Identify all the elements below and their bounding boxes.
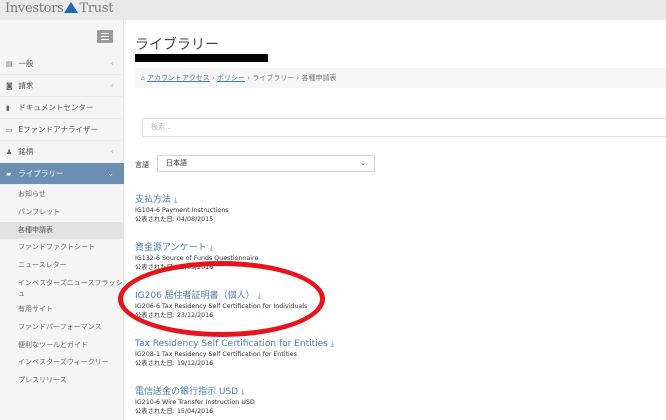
list-icon: ▤ <box>6 60 13 68</box>
chevron-down-icon: ⌄ <box>107 169 114 178</box>
subnav-item-tools-guides[interactable]: 便利なツールとガイド <box>0 337 124 355</box>
document-title-text: 支払方法 <box>135 195 172 205</box>
subnav-item-brochures[interactable]: パンフレット <box>0 204 124 222</box>
top-header: Investors Trust <box>0 0 666 20</box>
language-label: 言語 <box>135 161 149 169</box>
subnav-item-fund-performance[interactable]: ファンドパーフォーマンス <box>0 319 124 337</box>
document-title-link[interactable]: 資金源アンケート ⤓ <box>135 242 435 254</box>
breadcrumb-forms: 各種申請表 <box>301 74 337 82</box>
document-date: 公表された日: 15/04/2016 <box>135 408 214 415</box>
document-code: IG132-6 Source of Funds Questionnaire <box>135 255 259 262</box>
subnav-item-press-releases[interactable]: プレスリリース <box>0 372 124 390</box>
subnav-item-newsletter[interactable]: ニュースレター <box>0 257 124 275</box>
breadcrumb-separator: › <box>296 74 300 82</box>
breadcrumb-policy[interactable]: ポリシー <box>217 74 245 82</box>
logo-text-left: Investors <box>5 1 64 16</box>
document-code: IG208-1 Tax Residency Self Certification… <box>135 351 297 358</box>
document-title-link[interactable]: 支払方法 ⤓ <box>135 194 435 206</box>
document-title-text: 電信送金の銀行指示 USD <box>135 387 239 397</box>
sidebar-item-general[interactable]: ▤ 一般 ‹ <box>0 53 124 75</box>
document-date: 公表された日: 04/08/2015 <box>135 216 214 223</box>
sidebar-item-document-center[interactable]: ▮ ドキュメントセンター <box>0 97 124 119</box>
download-icon[interactable]: ⤓ <box>174 196 177 204</box>
menu-toggle-icon[interactable] <box>97 30 113 43</box>
breadcrumb-library[interactable]: ライブラリー <box>252 74 294 82</box>
sidebar-item-label: 一般 <box>18 59 34 68</box>
monitor-icon: ▭ <box>6 126 13 134</box>
page-title: ライブラリー <box>135 37 219 53</box>
camera-icon: ◙ <box>6 82 13 90</box>
breadcrumb-separator: › <box>247 74 251 82</box>
document-date: 公表された日: 19/12/2016 <box>135 360 214 367</box>
chevron-left-icon: ‹ <box>110 147 114 156</box>
sidebar-item-label: Eファンドアナライザー <box>18 125 98 134</box>
subnav-item-fund-factsheets[interactable]: ファンドファクトシート <box>0 239 124 257</box>
chevron-down-icon: ⌄ <box>360 159 366 167</box>
sidebar-item-claims[interactable]: ◙ 請求 ‹ <box>0 75 124 97</box>
users-icon: ♟ <box>6 148 13 156</box>
sidebar-item-label: 銘柄 <box>18 147 34 156</box>
document-title-text: Tax Residency Self Certification for Ent… <box>135 339 328 349</box>
subnav-item-notices[interactable]: お知らせ <box>0 186 124 204</box>
sidebar-item-label: ドキュメントセンター <box>18 103 94 112</box>
document-code: IG104-6 Payment Instructions <box>135 207 229 214</box>
sidebar-item-label: ライブラリー <box>18 169 64 178</box>
list-item: Tax Residency Self Certification for Ent… <box>135 338 435 386</box>
sidebar-item-brands[interactable]: ♟ 銘柄 ‹ <box>0 141 124 163</box>
download-icon[interactable]: ⤓ <box>210 244 213 252</box>
list-item: 支払方法 ⤓ IG104-6 Payment Instructions 公表された… <box>135 194 435 242</box>
breadcrumb-account-access[interactable]: アカウントアクセス <box>147 74 210 82</box>
file-icon: ▮ <box>6 104 10 112</box>
logo-triangle-icon <box>64 2 79 13</box>
redacted-text <box>135 54 268 62</box>
subnav-item-news-flash[interactable]: インベスターズニュースフラッシュ <box>0 275 124 301</box>
document-code: IG210-6 Wire Transfer Instruction USD <box>135 399 255 406</box>
search-input[interactable]: 検索... <box>142 118 666 137</box>
investors-trust-logo[interactable]: Investors Trust <box>5 1 113 16</box>
document-title-text: 資金源アンケート <box>135 243 207 253</box>
list-item: 電信送金の銀行指示 USD ⤓ IG210-6 Wire Transfer Ins… <box>135 386 435 420</box>
sidebar-item-efund-analyzer[interactable]: ▭ Eファンドアナライザー <box>0 119 124 141</box>
document-title-link[interactable]: Tax Residency Self Certification for Ent… <box>135 338 435 350</box>
breadcrumb: ⌂ アカウントアクセス › ポリシー › ライブラリー › 各種申請表 <box>135 68 666 88</box>
sidebar-item-library[interactable]: ▰ ライブラリー ⌄ <box>0 163 124 185</box>
breadcrumb-separator: › <box>211 74 215 82</box>
home-icon[interactable]: ⌂ <box>141 75 145 82</box>
library-subnav: お知らせ パンフレット 各種申請表 ファンドファクトシート ニュースレター イン… <box>0 185 124 390</box>
chevron-left-icon: ‹ <box>110 59 114 68</box>
subnav-item-weekly[interactable]: インベスターズウィークリー <box>0 354 124 372</box>
sidebar-nav: ▤ 一般 ‹ ◙ 請求 ‹ ▮ ドキュメントセンター ▭ Eファンドアナライザー ♟… <box>0 53 124 390</box>
language-select[interactable]: 日本語 ⌄ <box>157 155 375 172</box>
sidebar: ▤ 一般 ‹ ◙ 請求 ‹ ▮ ドキュメントセンター ▭ Eファンドアナライザー ♟… <box>0 20 124 420</box>
subnav-item-forms[interactable]: 各種申請表 <box>0 221 124 240</box>
sidebar-item-label: 請求 <box>18 81 34 90</box>
logo-text-right: Trust <box>79 1 114 16</box>
language-select-value: 日本語 <box>166 159 187 167</box>
red-circle-annotation <box>118 261 325 337</box>
chevron-left-icon: ‹ <box>110 81 114 90</box>
book-icon: ▰ <box>6 170 12 178</box>
download-icon[interactable]: ⤓ <box>331 340 334 348</box>
subnav-item-useful-sites[interactable]: 有用サイト <box>0 301 124 319</box>
download-icon[interactable]: ⤓ <box>241 388 244 396</box>
main-content: ライブラリー ⌂ アカウントアクセス › ポリシー › ライブラリー › 各種申… <box>124 20 666 420</box>
document-title-link[interactable]: 電信送金の銀行指示 USD ⤓ <box>135 386 435 398</box>
